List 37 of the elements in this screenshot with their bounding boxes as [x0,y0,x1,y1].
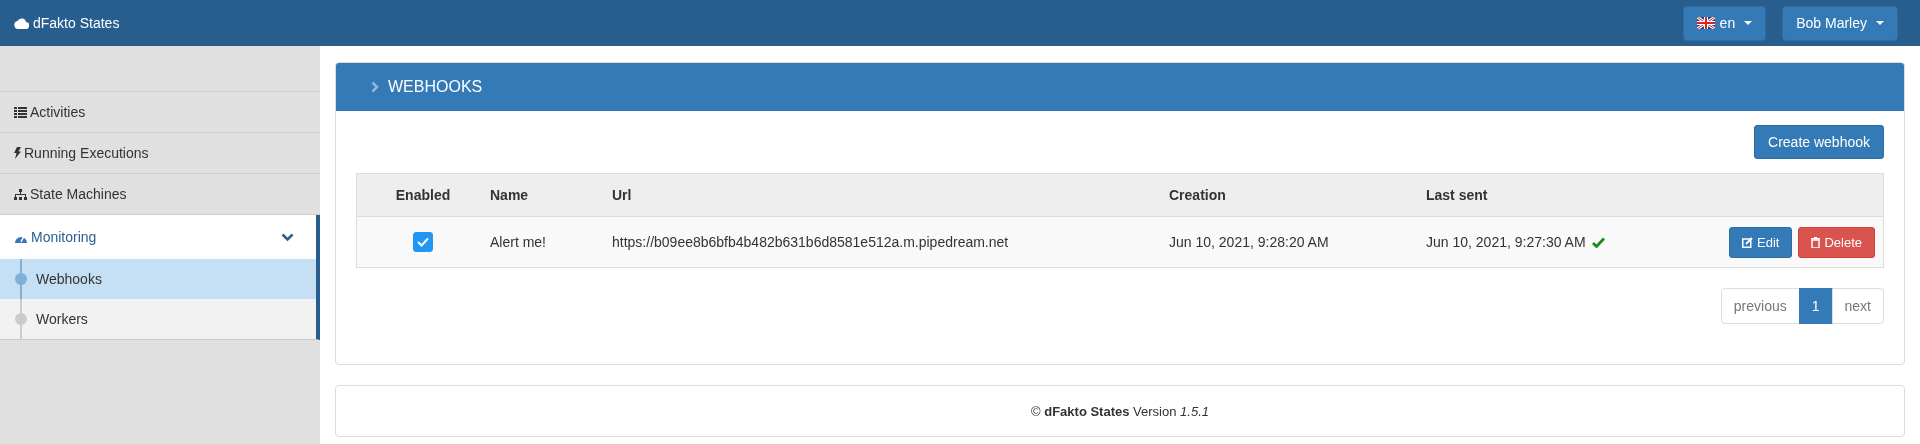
pagination-link[interactable]: 1 [1798,288,1833,324]
column-header: Creation [1168,173,1425,217]
cloud-icon [14,17,29,29]
lightning-icon [14,147,21,159]
column-header: Url [611,173,1168,217]
table-cell: https://b09ee8b6bfb4b482b631b6d8581e512a.m.pipedream.net [612,234,1009,250]
pagination-link[interactable]: next [1831,288,1884,324]
flag-icon [1696,17,1715,29]
create-webhook-button[interactable]: Create webhook [1754,125,1884,159]
trash-icon [1811,236,1821,248]
caret-icon [1744,21,1753,25]
delete-button[interactable]: Delete [1798,226,1875,258]
check-icon [417,237,429,247]
edit-icon [1742,236,1753,248]
edit-button[interactable]: Edit [1729,226,1793,258]
user-dropdown[interactable]: Bob Marley [1782,5,1898,41]
copyright-text: © dFakto States Version 1.5.1 [1031,403,1209,419]
sitemap-icon [14,188,27,200]
table-cell: Jun 10, 2021, 9:28:20 AM [1169,234,1329,250]
brand-link[interactable]: dFakto States [14,15,120,31]
panel-title: WEBHOOKS [388,78,483,96]
chevron-icon[interactable] [281,232,294,242]
chevron-icon [371,81,379,93]
caret-icon [1876,21,1884,25]
submenu-item[interactable]: Webhooks [0,259,316,299]
sidebar-item[interactable]: Running Executions [0,133,320,174]
column-header: Last sent [1425,173,1677,217]
list-icon [14,106,27,118]
column-header: Enabled [356,173,489,217]
sidebar-item[interactable]: Activities [0,92,320,133]
sidebar-item[interactable]: Monitoring [0,215,320,259]
table-cell: Jun 10, 2021, 9:27:30 AM [1426,234,1586,250]
language-dropdown[interactable]: en [1682,5,1767,41]
enabled-checkbox[interactable] [413,232,433,252]
column-header: Name [489,173,611,217]
submenu-item[interactable]: Workers [0,299,316,339]
table-cell: Alert me! [490,234,546,250]
